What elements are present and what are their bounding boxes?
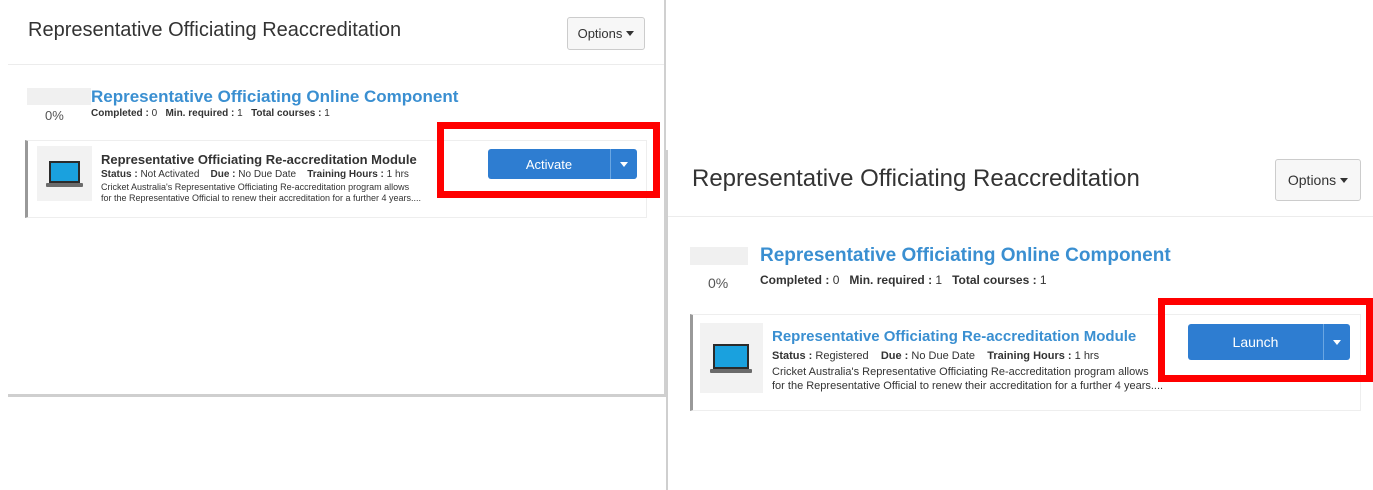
progress-percent: 0% xyxy=(45,108,64,123)
progress-percent: 0% xyxy=(708,275,729,291)
launch-button-label: Launch xyxy=(1232,334,1279,350)
course-title[interactable]: Representative Officiating Re-accreditat… xyxy=(101,152,417,167)
completed-label: Completed : xyxy=(760,273,830,287)
course-title[interactable]: Representative Officiating Re-accreditat… xyxy=(772,328,1136,345)
activate-button-label: Activate xyxy=(525,156,573,172)
laptop-icon xyxy=(49,161,80,183)
course-thumbnail xyxy=(37,146,92,201)
training-hours-value: 1 hrs xyxy=(1074,350,1100,362)
due-value: No Due Date xyxy=(911,350,975,362)
min-required-value: 1 xyxy=(935,273,943,287)
caret-down-icon xyxy=(1340,177,1349,183)
options-label: Options xyxy=(577,26,623,41)
page-title: Representative Officiating Reaccreditati… xyxy=(28,19,402,41)
curriculum-panel-launch: Representative Officiating Reaccreditati… xyxy=(666,150,1373,490)
progress-indicator xyxy=(690,247,748,265)
curriculum-panel-activate: Representative Officiating Reaccreditati… xyxy=(8,0,666,397)
completed-value: 0 xyxy=(151,108,158,119)
curriculum-stats: Completed : 0 Min. required : 1 Total co… xyxy=(760,273,1047,287)
panel-header: Representative Officiating Reaccreditati… xyxy=(8,0,664,65)
curriculum-title[interactable]: Representative Officiating Online Compon… xyxy=(760,245,1171,267)
total-courses-value: 1 xyxy=(1039,273,1047,287)
caret-down-icon xyxy=(626,31,635,36)
training-hours-label: Training Hours : xyxy=(307,169,384,180)
course-meta: Status : Not Activated Due : No Due Date… xyxy=(101,169,409,180)
description-line: Cricket Australia's Representative Offic… xyxy=(101,182,410,192)
caret-down-icon xyxy=(620,161,628,167)
page-title: Representative Officiating Reaccreditati… xyxy=(692,165,1140,192)
course-description: Cricket Australia's Representative Offic… xyxy=(101,182,421,205)
training-hours-label: Training Hours : xyxy=(987,350,1072,362)
options-button[interactable]: Options xyxy=(567,17,645,50)
panel-header: Representative Officiating Reaccreditati… xyxy=(668,150,1373,217)
status-label: Status : xyxy=(772,350,813,362)
total-courses-label: Total courses : xyxy=(952,273,1037,287)
launch-button[interactable]: Launch xyxy=(1188,324,1350,360)
activate-dropdown-toggle[interactable] xyxy=(610,149,637,179)
course-description: Cricket Australia's Representative Offic… xyxy=(772,366,1163,394)
options-label: Options xyxy=(1287,172,1337,188)
due-value: No Due Date xyxy=(238,169,297,180)
course-thumbnail xyxy=(700,323,763,393)
progress-indicator xyxy=(27,88,91,105)
min-required-label: Min. required : xyxy=(165,108,235,119)
description-line: Cricket Australia's Representative Offic… xyxy=(772,366,1149,378)
total-courses-value: 1 xyxy=(324,108,330,119)
min-required-value: 1 xyxy=(237,108,243,119)
status-value: Not Activated xyxy=(140,169,200,180)
launch-dropdown-toggle[interactable] xyxy=(1323,324,1350,360)
description-line: for the Representative Official to renew… xyxy=(101,193,421,204)
due-label: Due : xyxy=(880,350,909,362)
status-value: Registered xyxy=(815,350,869,362)
status-label: Status : xyxy=(101,169,138,180)
training-hours-value: 1 hrs xyxy=(386,169,409,180)
activate-button[interactable]: Activate xyxy=(488,149,637,179)
curriculum-title[interactable]: Representative Officiating Online Compon… xyxy=(91,87,458,107)
laptop-icon xyxy=(713,344,749,369)
completed-value: 0 xyxy=(832,273,840,287)
options-button[interactable]: Options xyxy=(1275,159,1361,201)
description-line: for the Representative Official to renew… xyxy=(772,379,1164,392)
due-label: Due : xyxy=(210,169,236,180)
total-courses-label: Total courses : xyxy=(251,108,322,119)
completed-label: Completed : xyxy=(91,108,149,119)
min-required-label: Min. required : xyxy=(849,273,933,287)
course-meta: Status : Registered Due : No Due Date Tr… xyxy=(772,350,1099,362)
curriculum-stats: Completed : 0 Min. required : 1 Total co… xyxy=(91,108,330,119)
caret-down-icon xyxy=(1333,339,1341,345)
laptop-base xyxy=(46,183,83,187)
laptop-base xyxy=(710,369,752,373)
